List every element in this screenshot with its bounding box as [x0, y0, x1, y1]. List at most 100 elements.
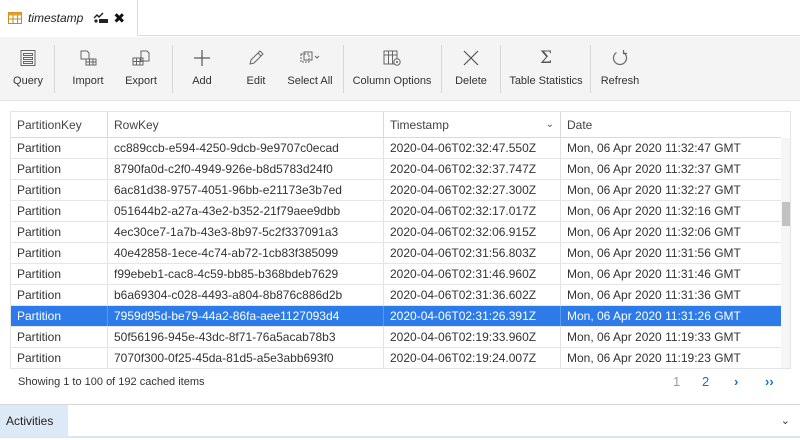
- cell-date: Mon, 06 Apr 2020 11:31:56 GMT: [567, 246, 741, 260]
- table-row[interactable]: Partition 6ac81d38-9757-4051-96bb-e21173…: [11, 180, 781, 201]
- activities-tab[interactable]: Activities: [0, 405, 68, 437]
- cell-timestamp: 2020-04-06T02:31:46.960Z: [384, 264, 561, 284]
- export-button[interactable]: Export: [120, 37, 162, 101]
- toolbar-divider: [441, 45, 442, 93]
- connection-icon: [93, 12, 109, 23]
- cell-date: Mon, 06 Apr 2020 11:31:36 GMT: [567, 288, 741, 302]
- table-statistics-label: Table Statistics: [509, 75, 583, 87]
- cell-partitionkey: Partition: [11, 264, 108, 284]
- select-all-label: Select All: [287, 75, 333, 87]
- refresh-label: Refresh: [600, 75, 640, 87]
- last-page-icon[interactable]: ››: [765, 374, 774, 394]
- tab-timestamp[interactable]: timestamp ✖: [0, 0, 138, 36]
- add-button[interactable]: Add: [186, 37, 218, 101]
- export-icon: [132, 50, 150, 66]
- cell-date: Mon, 06 Apr 2020 11:32:47 GMT: [567, 141, 741, 155]
- scrollbar-thumb[interactable]: [782, 202, 790, 226]
- refresh-button[interactable]: Refresh: [600, 37, 640, 101]
- cell-date: Mon, 06 Apr 2020 11:32:37 GMT: [567, 162, 741, 176]
- import-icon: [80, 50, 97, 66]
- activities-panel: Activities ⌄: [0, 404, 800, 438]
- column-options-label: Column Options: [352, 75, 432, 87]
- column-header-date[interactable]: Date: [561, 112, 781, 138]
- grid-header: PartitionKey RowKey Timestamp ⌄ Date: [11, 112, 781, 138]
- toolbar-divider: [172, 45, 173, 93]
- cell-rowkey: 40e42858-1ece-4c74-ab72-1cb83f385099: [108, 243, 384, 263]
- query-icon: [20, 50, 36, 66]
- select-all-icon: [300, 51, 320, 63]
- cell-timestamp: 2020-04-06T02:32:06.915Z: [384, 222, 561, 242]
- cell-timestamp: 2020-04-06T02:31:36.602Z: [384, 285, 561, 305]
- refresh-icon: [612, 50, 628, 66]
- add-label: Add: [192, 75, 212, 87]
- select-all-button[interactable]: Select All: [286, 37, 334, 101]
- cell-partitionkey: Partition: [11, 285, 108, 305]
- tab-bar: timestamp ✖: [0, 0, 800, 36]
- cell-timestamp: 2020-04-06T02:31:26.391Z: [384, 306, 561, 326]
- cell-date: Mon, 06 Apr 2020 11:32:27 GMT: [567, 183, 741, 197]
- column-header-timestamp-label: Timestamp: [390, 118, 449, 132]
- table-row[interactable]: Partition 50f56196-945e-43dc-8f71-76a5ac…: [11, 327, 781, 348]
- next-page-icon[interactable]: ›: [734, 374, 738, 394]
- cell-date: Mon, 06 Apr 2020 11:19:33 GMT: [567, 330, 741, 344]
- cell-partitionkey: Partition: [11, 138, 108, 158]
- column-header-rowkey[interactable]: RowKey: [108, 112, 384, 138]
- column-header-timestamp[interactable]: Timestamp ⌄: [384, 112, 561, 138]
- toolbar: Query Import Export Add Edit Select All …: [0, 37, 800, 101]
- delete-label: Delete: [455, 75, 487, 87]
- import-label: Import: [72, 75, 104, 87]
- toolbar-divider: [343, 45, 344, 93]
- table-icon: [8, 11, 22, 24]
- cell-date: Mon, 06 Apr 2020 11:32:06 GMT: [567, 225, 741, 239]
- add-icon: [194, 50, 210, 66]
- table-row[interactable]: Partition b6a69304-c028-4493-a804-8b876c…: [11, 285, 781, 306]
- cell-partitionkey: Partition: [11, 243, 108, 263]
- toolbar-divider: [54, 45, 55, 93]
- sort-chevron-icon[interactable]: ⌄: [546, 112, 554, 138]
- cell-timestamp: 2020-04-06T02:32:27.300Z: [384, 180, 561, 200]
- table-row[interactable]: Partition 8790fa0d-c2f0-4949-926e-b8d578…: [11, 159, 781, 180]
- cell-partitionkey: Partition: [11, 201, 108, 221]
- edit-label: Edit: [246, 75, 266, 87]
- table-row[interactable]: Partition 40e42858-1ece-4c74-ab72-1cb83f…: [11, 243, 781, 264]
- cell-date: Mon, 06 Apr 2020 11:31:46 GMT: [567, 267, 741, 281]
- cell-rowkey: 7070f300-0f25-45da-81d5-a5e3abb693f0: [108, 348, 384, 368]
- query-label: Query: [13, 75, 43, 87]
- table-row[interactable]: Partition cc889ccb-e594-4250-9dcb-9e9707…: [11, 138, 781, 159]
- table-row[interactable]: Partition 4ec30ce7-1a7b-43e3-8b97-5c2f33…: [11, 222, 781, 243]
- cell-timestamp: 2020-04-06T02:19:24.007Z: [384, 348, 561, 368]
- cell-partitionkey: Partition: [11, 348, 108, 368]
- cell-rowkey: 4ec30ce7-1a7b-43e3-8b97-5c2f337091a3: [108, 222, 384, 242]
- import-button[interactable]: Import: [66, 37, 110, 101]
- table-row[interactable]: Partition 7070f300-0f25-45da-81d5-a5e3ab…: [11, 348, 781, 368]
- delete-button[interactable]: Delete: [452, 37, 490, 101]
- query-button[interactable]: Query: [10, 37, 46, 101]
- column-options-button[interactable]: Column Options: [352, 37, 432, 101]
- table-row[interactable]: Partition 051644b2-a27a-43e2-b352-21f79a…: [11, 201, 781, 222]
- toolbar-divider: [500, 45, 501, 93]
- edit-icon: [249, 50, 264, 65]
- expand-chevron-icon[interactable]: ⌄: [781, 405, 790, 437]
- export-label: Export: [125, 75, 157, 87]
- cell-partitionkey: Partition: [11, 222, 108, 242]
- edit-button[interactable]: Edit: [240, 37, 272, 101]
- cell-rowkey: f99ebeb1-cac8-4c59-bb85-b368bdeb7629: [108, 264, 384, 284]
- table-row[interactable]: Partition f99ebeb1-cac8-4c59-bb85-b368bd…: [11, 264, 781, 285]
- column-header-partitionkey[interactable]: PartitionKey: [11, 112, 108, 138]
- grid-scrollbar[interactable]: [781, 138, 790, 368]
- sigma-icon: Σ: [539, 48, 553, 68]
- cell-rowkey: 50f56196-945e-43dc-8f71-76a5acab78b3: [108, 327, 384, 347]
- cell-rowkey: b6a69304-c028-4493-a804-8b876c886d2b: [108, 285, 384, 305]
- tab-label: timestamp: [28, 10, 84, 25]
- cell-date: Mon, 06 Apr 2020 11:31:26 GMT: [567, 309, 741, 323]
- cell-rowkey: 051644b2-a27a-43e2-b352-21f79aee9dbb: [108, 201, 384, 221]
- close-tab-icon[interactable]: ✖: [113, 11, 125, 25]
- toolbar-divider: [590, 45, 591, 93]
- table-row-selected[interactable]: Partition 7959d95d-be79-44a2-86fa-aee112…: [11, 306, 781, 327]
- cell-rowkey: 7959d95d-be79-44a2-86fa-aee1127093d4: [108, 306, 384, 326]
- cell-partitionkey: Partition: [11, 180, 108, 200]
- page-2-link[interactable]: 2: [702, 374, 709, 394]
- page-1-link[interactable]: 1: [673, 374, 680, 394]
- table-statistics-button[interactable]: Σ Table Statistics: [509, 37, 583, 101]
- cell-partitionkey: Partition: [11, 306, 108, 326]
